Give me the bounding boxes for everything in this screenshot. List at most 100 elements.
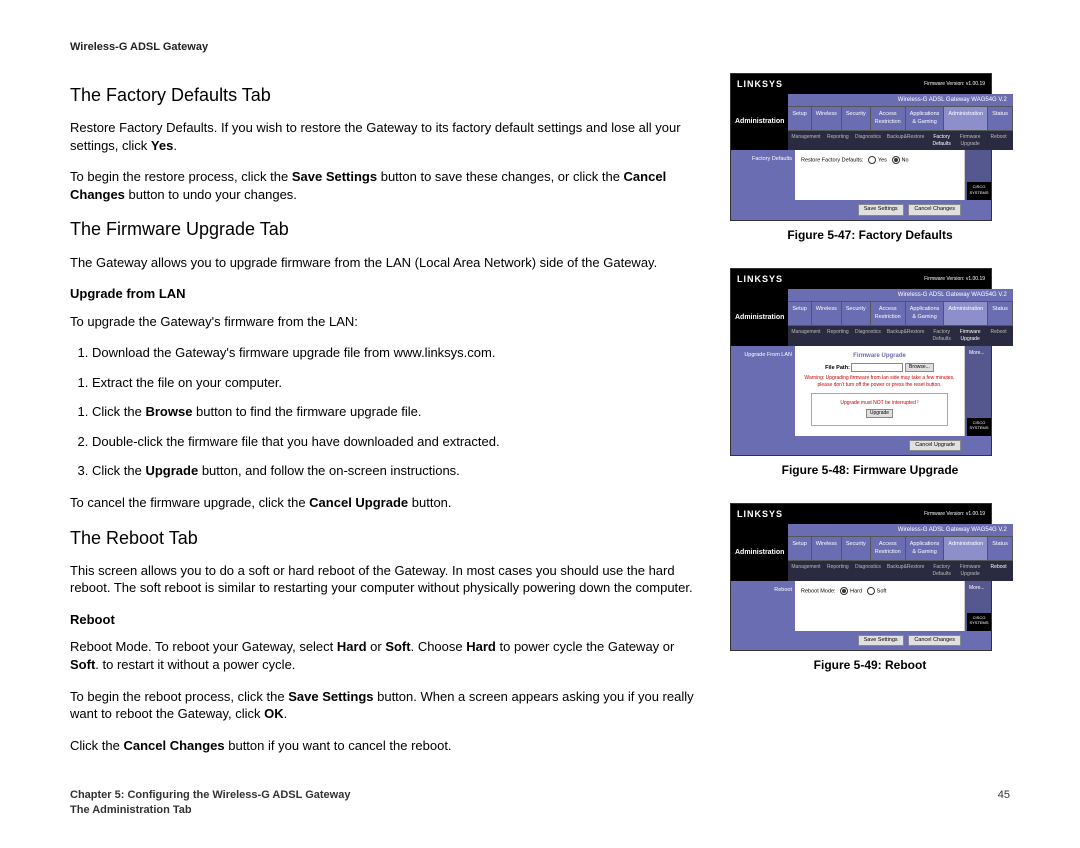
file-path-input[interactable] [851,363,903,372]
router-footer: Save Settings Cancel Changes [731,200,991,219]
tab-setup[interactable]: Setup [788,107,811,130]
model-line: Wireless-G ADSL Gateway WAG54G V.2 [788,94,1012,106]
step-2: Extract the file on your computer. [92,374,700,392]
file-path-label: File Path: [825,365,850,371]
router-body: Factory Defaults Restore Factory Default… [731,150,991,200]
text-bold: Save Settings [288,689,373,704]
tab-wireless[interactable]: Wireless [812,537,842,560]
upgrade-button[interactable]: Upgrade [866,409,893,418]
subtab[interactable]: Factory Defaults [927,328,955,344]
subtab[interactable]: Diagnostics [852,133,884,149]
screenshot-firmware-upgrade: LINKSYS Firmware Version: v1.00.19 Admin… [730,268,992,456]
text: . to restart it without a power cycle. [95,657,295,672]
router-body: Upgrade From LAN Firmware Upgrade File P… [731,346,991,436]
linksys-logo: LINKSYS [737,78,783,90]
tab-status[interactable]: Status [988,302,1013,325]
model-line: Wireless-G ADSL Gateway WAG54G V.2 [788,524,1012,536]
body-center: Reboot Mode: Hard Soft [795,581,965,631]
cisco-logo: CISCO SYSTEMS [967,182,991,200]
subtab[interactable]: Factory Defaults [927,563,955,579]
body-right: More... CISCO SYSTEMS [965,581,991,631]
subtab[interactable]: Diagnostics [852,328,884,344]
text: button to find the firmware upgrade file… [192,404,421,419]
radio-no[interactable] [892,156,900,164]
browse-button[interactable]: Browse... [905,363,934,372]
router-header: Administration Wireless-G ADSL Gateway W… [731,524,991,580]
paragraph-cancel-fw: To cancel the firmware upgrade, click th… [70,494,700,512]
text-bold: Soft [385,639,410,654]
cisco-logo: CISCO SYSTEMS [967,613,991,631]
paragraph-reboot-2: Reboot Mode. To reboot your Gateway, sel… [70,638,700,673]
subtab[interactable]: Backup&Restore [884,328,928,344]
admin-label: Administration [731,524,788,580]
tab-security[interactable]: Security [842,107,871,130]
cancel-changes-button[interactable]: Cancel Changes [908,635,961,646]
save-settings-button[interactable]: Save Settings [858,204,904,215]
radio-hard[interactable] [840,587,848,595]
tab-admin[interactable]: Administration [944,537,988,560]
tab-apps[interactable]: Applications & Gaming [906,537,945,560]
figure-caption-49: Figure 5-49: Reboot [730,657,1010,673]
tab-apps[interactable]: Applications & Gaming [906,302,945,325]
tab-setup[interactable]: Setup [788,537,811,560]
subtab[interactable]: Reporting [824,563,852,579]
subtab[interactable]: Reporting [824,328,852,344]
no-label: No [902,158,909,164]
tab-apps[interactable]: Applications & Gaming [906,107,945,130]
fw-title: Firmware Upgrade [801,352,958,360]
text: To begin the reboot process, click the [70,689,288,704]
main-content: The Factory Defaults Tab Restore Factory… [70,73,700,768]
subtab-factory[interactable]: Factory Defaults [927,133,955,149]
paragraph-upgrade-intro: To upgrade the Gateway's firmware from t… [70,313,700,331]
cancel-changes-button[interactable]: Cancel Changes [908,204,961,215]
subtab[interactable]: Management [788,563,823,579]
paragraph-firmware-1: The Gateway allows you to upgrade firmwa… [70,254,700,272]
subtab[interactable]: Backup&Restore [884,563,928,579]
heading-upgrade-lan: Upgrade from LAN [70,285,700,303]
tab-admin[interactable]: Administration [944,302,988,325]
radio-yes[interactable] [868,156,876,164]
subtab[interactable]: Reboot [984,133,1012,149]
subtab-row: Management Reporting Diagnostics Backup&… [788,326,1012,346]
text: button. [408,495,451,510]
subtab[interactable]: Management [788,133,823,149]
subtab[interactable]: Reporting [824,133,852,149]
tab-access[interactable]: Access Restriction [871,302,906,325]
save-settings-button[interactable]: Save Settings [858,635,904,646]
subtab[interactable]: Management [788,328,823,344]
tab-status[interactable]: Status [988,537,1013,560]
tab-wireless[interactable]: Wireless [812,302,842,325]
fw-box: Upgrade must NOT be interrupted ! Upgrad… [811,393,948,426]
subtab[interactable]: Reboot [984,328,1012,344]
paragraph-reboot-4: Click the Cancel Changes button if you w… [70,737,700,755]
tab-security[interactable]: Security [842,302,871,325]
tab-status[interactable]: Status [988,107,1013,130]
subtab[interactable]: Backup&Restore [884,133,928,149]
page-footer: Chapter 5: Configuring the Wireless-G AD… [70,788,1010,818]
tab-access[interactable]: Access Restriction [871,107,906,130]
router-header: Administration Wireless-G ADSL Gateway W… [731,94,991,150]
router-body: Reboot Reboot Mode: Hard Soft More... CI… [731,581,991,631]
tab-setup[interactable]: Setup [788,302,811,325]
subtab[interactable]: Diagnostics [852,563,884,579]
figure-5-48: LINKSYS Firmware Version: v1.00.19 Admin… [730,268,1010,478]
figure-caption-47: Figure 5-47: Factory Defaults [730,227,1010,243]
text: or [367,639,386,654]
linksys-logo: LINKSYS [737,508,783,520]
tab-wireless[interactable]: Wireless [812,107,842,130]
tab-security[interactable]: Security [842,537,871,560]
hard-label: Hard [850,588,862,594]
subtab[interactable]: Firmware Upgrade [956,133,984,149]
more-label: More... [965,346,991,361]
heading-reboot: The Reboot Tab [70,526,700,550]
radio-soft[interactable] [867,587,875,595]
admin-label: Administration [731,289,788,345]
cisco-logo: CISCO SYSTEMS [967,418,991,436]
tab-admin[interactable]: Administration [944,107,988,130]
tab-access[interactable]: Access Restriction [871,537,906,560]
fw-warning: Warning: Upgrading firmware from lan sid… [801,375,958,389]
subtab-reboot[interactable]: Reboot [984,563,1012,579]
subtab[interactable]: Firmware Upgrade [956,563,984,579]
subtab-firmware[interactable]: Firmware Upgrade [956,328,984,344]
cancel-upgrade-button[interactable]: Cancel Upgrade [909,440,961,451]
